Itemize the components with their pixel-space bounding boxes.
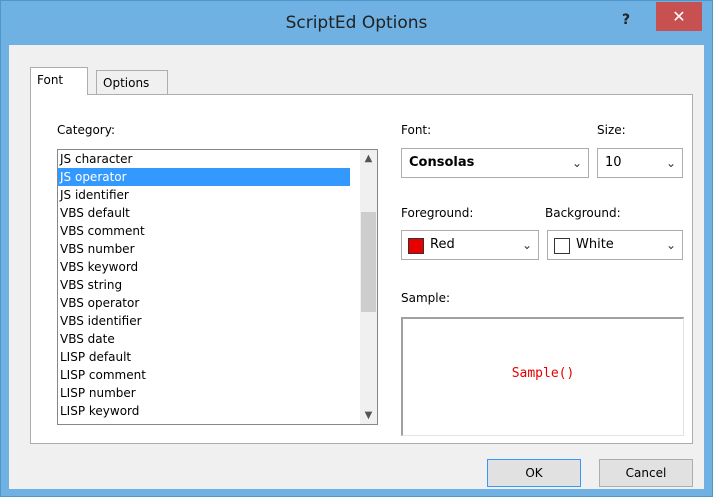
cancel-button[interactable]: Cancel [599, 459, 693, 487]
background-color-swatch [554, 238, 570, 254]
foreground-color-swatch [408, 238, 424, 254]
help-button[interactable]: ? [613, 7, 639, 33]
sample-text: Sample() [511, 366, 575, 381]
title-bar[interactable]: ScriptEd Options ? ✕ [1, 1, 712, 45]
category-list-item[interactable]: LISP number [58, 384, 377, 402]
category-list-item[interactable]: JS identifier [58, 186, 377, 204]
category-list-item[interactable]: LISP default [58, 348, 377, 366]
scroll-down-icon[interactable]: ▼ [360, 407, 377, 424]
chevron-down-icon: ⌄ [571, 156, 582, 170]
foreground-value: Red [430, 237, 455, 252]
font-label: Font: [401, 123, 432, 137]
category-list-item[interactable]: VBS identifier [58, 312, 377, 330]
foreground-label: Foreground: [401, 206, 474, 220]
background-label: Background: [545, 206, 621, 220]
dialog-client-area: Font Options Category: JS character JS op… [9, 45, 704, 489]
category-list-item[interactable]: LISP comment [58, 366, 377, 384]
category-list-item[interactable]: VBS operator [58, 294, 377, 312]
window-title: ScriptEd Options [285, 13, 428, 33]
category-label: Category: [57, 123, 115, 137]
category-list-item[interactable]: JS operator [58, 168, 350, 186]
category-list-items: JS character JS operator JS identifier VBS … [58, 150, 377, 420]
category-list-item[interactable]: VBS comment [58, 222, 377, 240]
category-list-item[interactable]: LISP keyword [58, 402, 377, 420]
category-list-item[interactable]: VBS string [58, 276, 377, 294]
chevron-down-icon: ⌄ [665, 238, 676, 252]
size-label: Size: [597, 123, 626, 137]
dialog-window: ScriptEd Options ? ✕ Font Options Catego… [0, 0, 713, 497]
scroll-thumb[interactable] [361, 212, 376, 312]
sample-preview: Sample() [401, 317, 684, 436]
tab-options[interactable]: Options [96, 70, 168, 95]
ok-button[interactable]: OK [487, 459, 581, 487]
size-combobox[interactable]: 10 ⌄ [597, 148, 683, 178]
font-tab-panel: Category: JS character JS operator JS iden… [30, 94, 693, 444]
font-combobox[interactable]: Consolas ⌄ [401, 148, 589, 178]
tab-font[interactable]: Font [30, 67, 88, 95]
category-list-item[interactable]: VBS date [58, 330, 377, 348]
category-list-item[interactable]: VBS keyword [58, 258, 377, 276]
background-combobox[interactable]: White ⌄ [547, 230, 683, 260]
category-scrollbar[interactable]: ▲ ▼ [360, 150, 377, 424]
category-list-item[interactable]: VBS number [58, 240, 377, 258]
font-value: Consolas [409, 155, 475, 170]
sample-label: Sample: [401, 291, 451, 305]
size-value: 10 [605, 155, 622, 170]
chevron-down-icon: ⌄ [665, 156, 676, 170]
background-value: White [576, 237, 614, 252]
close-button[interactable]: ✕ [656, 2, 702, 31]
chevron-down-icon: ⌄ [521, 238, 532, 252]
category-list-item[interactable]: VBS default [58, 204, 377, 222]
foreground-combobox[interactable]: Red ⌄ [401, 230, 539, 260]
category-list-item[interactable]: JS character [58, 150, 377, 168]
scroll-up-icon[interactable]: ▲ [360, 150, 377, 167]
category-listbox[interactable]: JS character JS operator JS identifier VBS … [57, 149, 378, 425]
